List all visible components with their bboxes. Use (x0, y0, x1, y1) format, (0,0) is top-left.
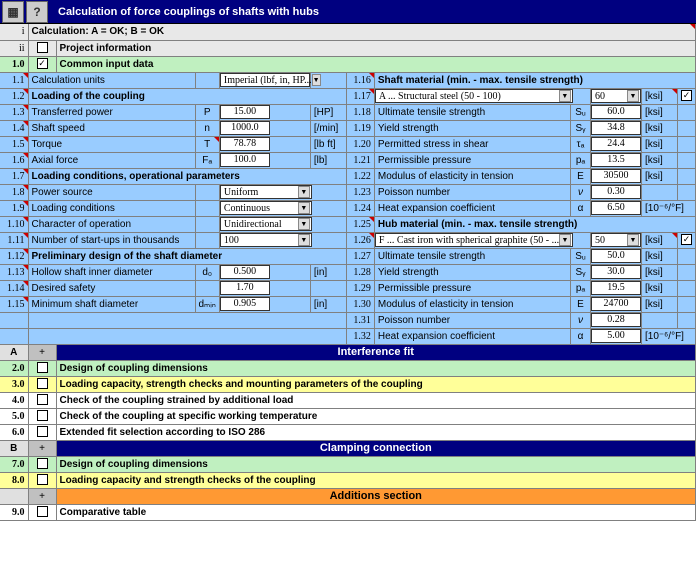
row-checkbox[interactable] (37, 458, 48, 469)
dropdown-icon: ▼ (298, 202, 310, 214)
shaft-material-header: Shaft material (min. - max. tensile stre… (374, 72, 695, 88)
dropdown-icon: ▼ (559, 234, 571, 246)
hub-mat-checkbox[interactable]: ✓ (681, 234, 692, 245)
common-input-label: Common input data (56, 56, 696, 72)
safety-input[interactable]: 1.70 (220, 281, 270, 295)
char-op-select[interactable]: Unidirectional▼ (220, 217, 312, 231)
common-input-checkbox[interactable]: ✓ (37, 58, 48, 69)
additions-title: Additions section (56, 488, 696, 504)
shaft-mat-checkbox[interactable]: ✓ (681, 90, 692, 101)
row-checkbox[interactable] (37, 362, 48, 373)
power-source-select[interactable]: Uniform▼ (220, 185, 312, 199)
hub-heat-input[interactable]: 5.00 (591, 329, 641, 343)
pressure-input[interactable]: 13.5 (591, 153, 641, 167)
hub-material-val[interactable]: 50▼ (591, 233, 641, 247)
shaft-material-val[interactable]: 60▼ (591, 89, 641, 103)
dropdown-icon: ▼ (298, 186, 310, 198)
project-info-checkbox[interactable] (37, 42, 48, 53)
row-checkbox[interactable] (37, 394, 48, 405)
section-b-label: B (0, 440, 28, 456)
shear-input[interactable]: 24.4 (591, 137, 641, 151)
hub-poisson-input[interactable]: 0.28 (591, 313, 641, 327)
expand-button[interactable]: + (28, 488, 56, 504)
row-checkbox[interactable] (37, 378, 48, 389)
app-title: Calculation of force couplings of shafts… (58, 6, 319, 18)
row-checkbox[interactable] (37, 506, 48, 517)
power-input[interactable]: 15.00 (220, 105, 270, 119)
row-num: 1.0 (0, 56, 28, 72)
dropdown-icon: ▼ (559, 90, 571, 102)
section-b-title: Clamping connection (56, 440, 696, 456)
loading-cond-select[interactable]: Continuous▼ (220, 201, 312, 215)
row-checkbox[interactable] (37, 426, 48, 437)
dropdown-icon: ▼ (627, 90, 639, 102)
uts-input[interactable]: 60.0 (591, 105, 641, 119)
dropdown-icon: ▼ (298, 234, 310, 246)
project-info-label: Project information (56, 40, 696, 56)
row-num-ii: ii (0, 40, 28, 56)
hub-material-select[interactable]: F ... Cast iron with spherical graphite … (375, 233, 573, 247)
uts-label: Ultimate tensile strength (374, 104, 570, 120)
section-a-title: Interference fit (56, 344, 696, 360)
poisson-input[interactable]: 0.30 (591, 185, 641, 199)
section-a-label: A (0, 344, 28, 360)
app-logo-icon[interactable]: ▦ (2, 1, 24, 23)
hub-e-input[interactable]: 24700 (591, 297, 641, 311)
hub-uts-input[interactable]: 50.0 (591, 249, 641, 263)
torque-input[interactable]: 78.78 (220, 137, 270, 151)
hub-yield-input[interactable]: 30.0 (591, 265, 641, 279)
loading-header: Loading of the coupling (28, 88, 346, 104)
power-label: Transferred power (28, 104, 195, 120)
min-dia-input[interactable]: 0.905 (220, 297, 270, 311)
yield-input[interactable]: 34.8 (591, 121, 641, 135)
startups-select[interactable]: 100▼ (220, 233, 312, 247)
row-num-i: i (0, 24, 28, 40)
calc-status: Calculation: A = OK; B = OK (28, 24, 696, 40)
heat-input[interactable]: 6.50 (591, 201, 641, 215)
hub-pressure-input[interactable]: 19.5 (591, 281, 641, 295)
dropdown-icon: ▼ (312, 74, 321, 86)
e-input[interactable]: 30500 (591, 169, 641, 183)
axial-input[interactable]: 100.0 (220, 153, 270, 167)
dropdown-icon: ▼ (298, 218, 310, 230)
units-select[interactable]: Imperial (lbf, in, HP...▼ (220, 73, 310, 87)
dropdown-icon: ▼ (627, 234, 639, 246)
shaft-material-select[interactable]: A ... Structural steel (50 - 100)▼ (375, 89, 573, 103)
expand-button[interactable]: + (28, 344, 56, 360)
hollow-dia-input[interactable]: 0.500 (220, 265, 270, 279)
speed-input[interactable]: 1000.0 (220, 121, 270, 135)
row-checkbox[interactable] (37, 410, 48, 421)
row-checkbox[interactable] (37, 474, 48, 485)
expand-button[interactable]: + (28, 440, 56, 456)
help-icon[interactable]: ? (26, 1, 48, 23)
units-label: Calculation units (28, 72, 195, 88)
